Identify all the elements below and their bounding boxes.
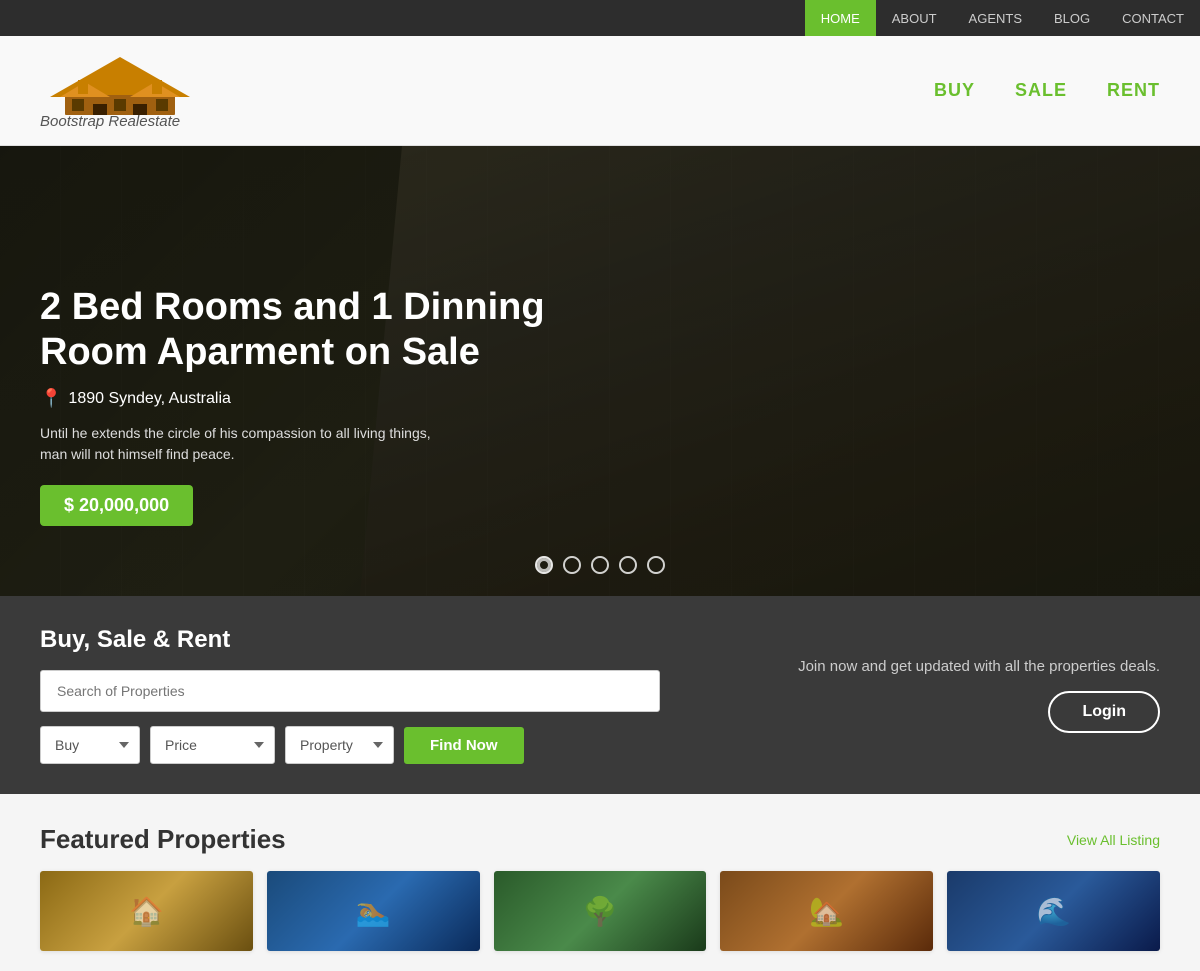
slider-dot-4[interactable] bbox=[619, 556, 637, 574]
property-thumbnail-1: 🏠 bbox=[40, 871, 253, 951]
slider-dot-3[interactable] bbox=[591, 556, 609, 574]
property-thumbnail-3: 🌳 bbox=[494, 871, 707, 951]
featured-header: Featured Properties View All Listing bbox=[40, 824, 1160, 855]
search-left: Buy, Sale & Rent Buy Sell Rent Price Und… bbox=[40, 626, 660, 764]
hero-price: $ 20,000,000 bbox=[40, 485, 193, 526]
property-thumbnail-2: 🏊 bbox=[267, 871, 480, 951]
header-nav: BUY SALE RENT bbox=[934, 80, 1160, 101]
location-pin-icon: 📍 bbox=[40, 388, 62, 409]
nav-blog[interactable]: BLOG bbox=[1038, 0, 1106, 36]
type-filter-select[interactable]: Buy Sell Rent bbox=[40, 726, 140, 764]
join-text: Join now and get updated with all the pr… bbox=[798, 658, 1160, 675]
hero-address: 1890 Syndey, Australia bbox=[68, 390, 230, 408]
hero-content: 2 Bed Rooms and 1 Dinning Room Aparment … bbox=[0, 285, 560, 556]
property-card-5[interactable]: 🌊 bbox=[947, 871, 1160, 951]
nav-home[interactable]: HOME bbox=[805, 0, 876, 36]
view-all-link[interactable]: View All Listing bbox=[1067, 832, 1160, 848]
search-input[interactable] bbox=[40, 670, 660, 712]
property-card-1[interactable]: 🏠 bbox=[40, 871, 253, 951]
price-filter-select[interactable]: Price Under $100k $100k-$500k $500k+ bbox=[150, 726, 275, 764]
property-thumbnail-5: 🌊 bbox=[947, 871, 1160, 951]
slider-dot-1[interactable] bbox=[535, 556, 553, 574]
search-filters: Buy Sell Rent Price Under $100k $100k-$5… bbox=[40, 726, 660, 764]
nav-contact[interactable]: CONTACT bbox=[1106, 0, 1200, 36]
search-title: Buy, Sale & Rent bbox=[40, 626, 660, 654]
search-section: Buy, Sale & Rent Buy Sell Rent Price Und… bbox=[0, 596, 1200, 794]
property-card-4[interactable]: 🏡 bbox=[720, 871, 933, 951]
logo-area: Bootstrap Realestate bbox=[40, 52, 200, 130]
slider-dots bbox=[535, 556, 665, 574]
header-rent-link[interactable]: RENT bbox=[1107, 80, 1160, 101]
property-thumbnail-4: 🏡 bbox=[720, 871, 933, 951]
hero-title: 2 Bed Rooms and 1 Dinning Room Aparment … bbox=[40, 285, 560, 376]
find-now-button[interactable]: Find Now bbox=[404, 727, 524, 764]
header-sale-link[interactable]: SALE bbox=[1015, 80, 1067, 101]
top-navigation: HOME ABOUT AGENTS BLOG CONTACT bbox=[0, 0, 1200, 36]
featured-section: Featured Properties View All Listing 🏠 🏊… bbox=[0, 794, 1200, 971]
site-header: Bootstrap Realestate BUY SALE RENT bbox=[0, 36, 1200, 146]
property-filter-select[interactable]: Property House Apartment Villa bbox=[285, 726, 394, 764]
nav-about[interactable]: ABOUT bbox=[876, 0, 953, 36]
featured-title: Featured Properties bbox=[40, 824, 286, 855]
logo-text: Bootstrap Realestate bbox=[40, 113, 180, 130]
login-button[interactable]: Login bbox=[1048, 691, 1160, 733]
slider-dot-2[interactable] bbox=[563, 556, 581, 574]
property-card-2[interactable]: 🏊 bbox=[267, 871, 480, 951]
search-right: Join now and get updated with all the pr… bbox=[758, 658, 1160, 733]
hero-location: 📍 1890 Syndey, Australia bbox=[40, 388, 560, 409]
slider-dot-5[interactable] bbox=[647, 556, 665, 574]
nav-agents[interactable]: AGENTS bbox=[953, 0, 1038, 36]
property-card-3[interactable]: 🌳 bbox=[494, 871, 707, 951]
logo-icon bbox=[40, 52, 200, 117]
hero-slider: 2 Bed Rooms and 1 Dinning Room Aparment … bbox=[0, 146, 1200, 596]
header-buy-link[interactable]: BUY bbox=[934, 80, 975, 101]
hero-description: Until he extends the circle of his compa… bbox=[40, 423, 460, 465]
properties-grid: 🏠 🏊 🌳 🏡 🌊 bbox=[40, 871, 1160, 951]
